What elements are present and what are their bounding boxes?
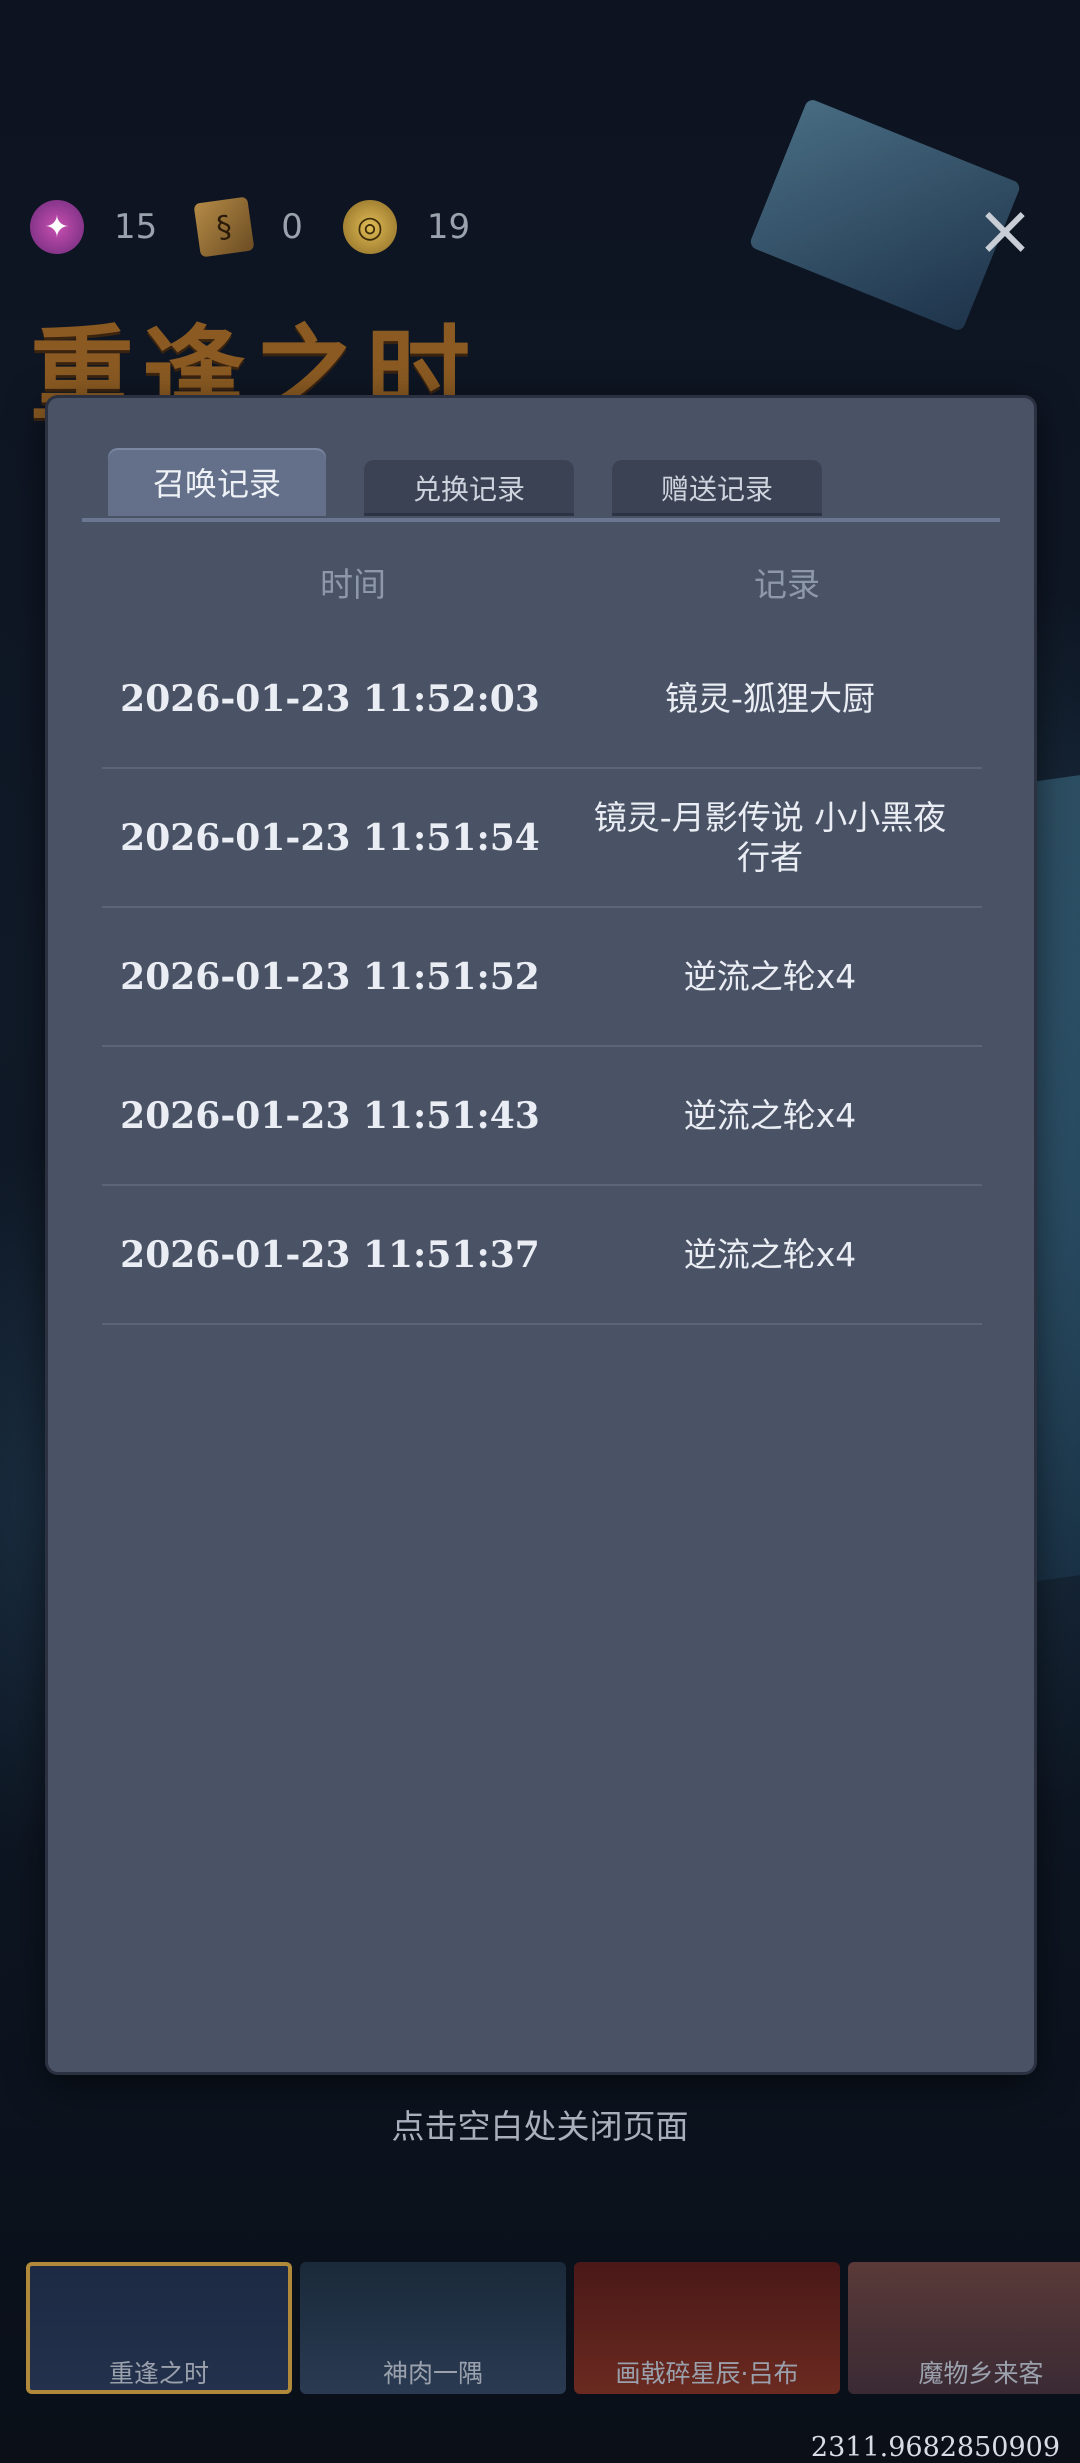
record-time: 2026-01-23 11:51:37 — [120, 1233, 540, 1276]
banner-carousel: 重逢之时 神肉一隅 画戟碎星辰·吕布 魔物乡来客 — [26, 2262, 1080, 2394]
close-icon[interactable]: × — [970, 195, 1040, 265]
record-time: 2026-01-23 11:51:52 — [120, 955, 540, 998]
record-detail: 镜灵-月影传说 小小黑夜行者 — [593, 797, 947, 877]
column-header-time: 时间 — [320, 565, 386, 604]
table-row: 2026-01-23 11:51:43 逆流之轮x4 — [102, 1047, 982, 1186]
record-detail: 逆流之轮x4 — [683, 1234, 857, 1274]
banner-card[interactable]: 重逢之时 — [26, 2262, 292, 2394]
banner-label: 神肉一隅 — [382, 2359, 483, 2388]
banner-label: 重逢之时 — [108, 2359, 209, 2388]
table-row: 2026-01-23 11:52:03 镜灵-狐狸大厨 — [102, 630, 982, 769]
banner-card[interactable]: 画戟碎星辰·吕布 — [574, 2262, 840, 2394]
currency-value: 15 — [114, 207, 158, 247]
currency-book[interactable]: § 0 — [193, 196, 303, 258]
tab-gift-records[interactable]: 赠送记录 — [612, 460, 822, 516]
banner-card[interactable]: 神肉一隅 — [300, 2262, 566, 2394]
currency-bar: ✦ 15 § 0 ◎ 19 — [30, 196, 510, 258]
candy-icon: ✦ — [30, 200, 84, 254]
footer-value: 2311.9682850909 — [810, 2432, 1060, 2463]
records-modal: 召唤记录 兑换记录 赠送记录 时间 记录 2026-01-23 11:52:03… — [48, 398, 1034, 2072]
record-time: 2026-01-23 11:52:03 — [120, 677, 540, 720]
record-time: 2026-01-23 11:51:43 — [120, 1094, 540, 1137]
tab-summon-records[interactable]: 召唤记录 — [108, 448, 326, 516]
table-row: 2026-01-23 11:51:37 逆流之轮x4 — [102, 1186, 982, 1325]
record-time: 2026-01-23 11:51:54 — [120, 816, 540, 859]
table-row: 2026-01-23 11:51:54 镜灵-月影传说 小小黑夜行者 — [102, 769, 982, 908]
currency-value: 19 — [426, 207, 471, 247]
currency-coin[interactable]: ◎ 19 — [342, 200, 471, 254]
coin-icon: ◎ — [342, 200, 397, 254]
record-detail: 逆流之轮x4 — [683, 1095, 857, 1135]
banner-label: 画戟碎星辰·吕布 — [615, 2359, 799, 2388]
currency-value: 0 — [281, 207, 303, 247]
records-table: 2026-01-23 11:52:03 镜灵-狐狸大厨 2026-01-23 1… — [102, 630, 982, 1325]
tab-exchange-records[interactable]: 兑换记录 — [364, 460, 574, 516]
banner-label: 魔物乡来客 — [918, 2359, 1044, 2388]
book-icon: § — [193, 196, 255, 258]
close-hint[interactable]: 点击空白处关闭页面 — [0, 2100, 1080, 2148]
record-detail: 镜灵-狐狸大厨 — [665, 678, 875, 718]
column-header-record: 记录 — [754, 565, 820, 604]
tab-bar: 召唤记录 兑换记录 赠送记录 — [108, 448, 860, 516]
table-row: 2026-01-23 11:51:52 逆流之轮x4 — [102, 908, 982, 1047]
tab-divider — [82, 518, 1000, 522]
currency-candy[interactable]: ✦ 15 — [30, 200, 157, 254]
record-detail: 逆流之轮x4 — [683, 956, 857, 996]
banner-card[interactable]: 魔物乡来客 — [848, 2262, 1080, 2394]
